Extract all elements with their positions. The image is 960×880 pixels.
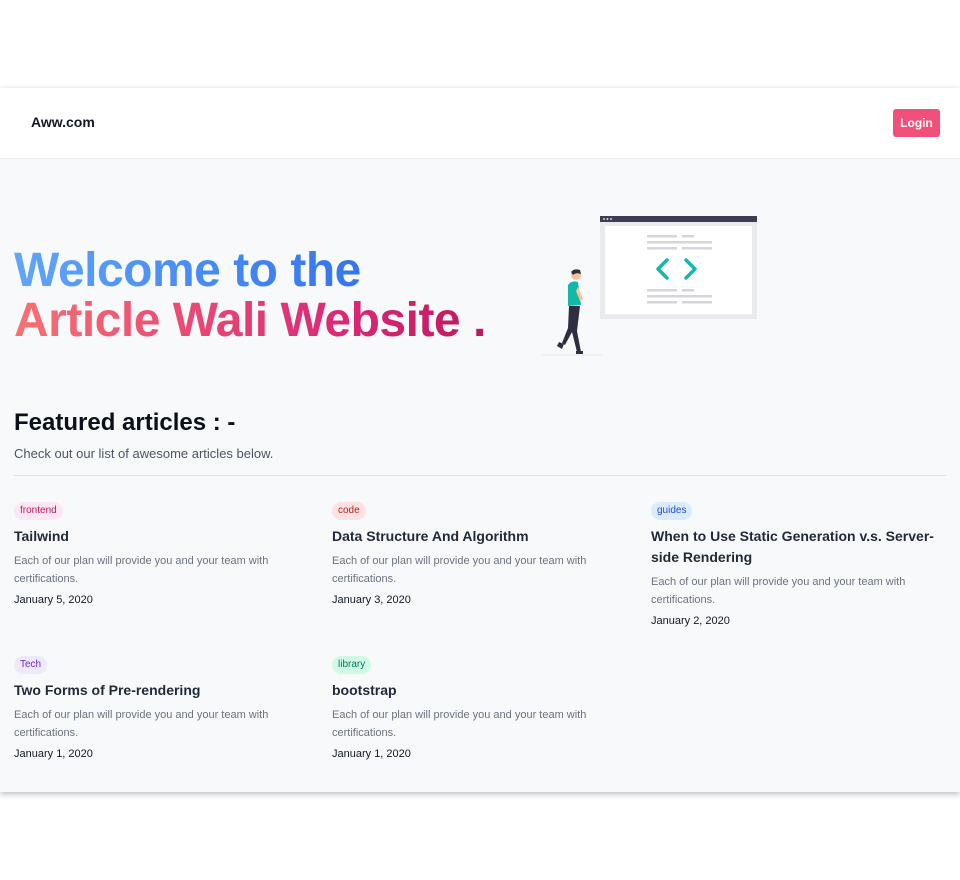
article-tag[interactable]: code <box>332 502 366 520</box>
article-title[interactable]: Tailwind <box>14 526 304 547</box>
article-description: Each of our plan will provide you and yo… <box>14 709 269 739</box>
article-title[interactable]: When to Use Static Generation v.s. Serve… <box>651 526 941 568</box>
article-tag[interactable]: frontend <box>14 502 63 520</box>
article-card[interactable]: library bootstrap Each of our plan will … <box>332 654 622 760</box>
article-date: January 5, 2020 <box>14 594 93 606</box>
article-description: Each of our plan will provide you and yo… <box>14 555 269 585</box>
hero-title: Welcome to the Article Wali Website . <box>14 246 486 346</box>
featured-articles-heading: Featured articles : - <box>14 409 236 436</box>
article-card[interactable]: guides When to Use Static Generation v.s… <box>651 500 941 627</box>
article-title[interactable]: Data Structure And Algorithm <box>332 526 622 547</box>
article-date: January 1, 2020 <box>332 748 411 760</box>
article-date: January 2, 2020 <box>651 615 730 627</box>
article-title[interactable]: bootstrap <box>332 680 622 701</box>
article-title[interactable]: Two Forms of Pre-rendering <box>14 680 304 701</box>
article-card[interactable]: code Data Structure And Algorithm Each o… <box>332 500 622 606</box>
hero-title-line1: Welcome to the <box>14 246 486 296</box>
section-divider <box>14 475 946 476</box>
article-tag[interactable]: guides <box>651 502 693 520</box>
article-description: Each of our plan will provide you and yo… <box>332 555 587 585</box>
login-button[interactable]: Login <box>893 109 940 137</box>
code-window-illustration <box>542 216 757 356</box>
article-tag[interactable]: library <box>332 656 372 674</box>
browser-page: Aww.com Login Welcome to the Article Wal… <box>0 88 960 792</box>
featured-articles-subtitle: Check out our list of awesome articles b… <box>14 446 274 461</box>
article-card[interactable]: frontend Tailwind Each of our plan will … <box>14 500 304 606</box>
article-date: January 1, 2020 <box>14 748 93 760</box>
hero-title-line2: Article Wali Website . <box>14 294 486 347</box>
brand-logo[interactable]: Aww.com <box>31 114 95 130</box>
article-description: Each of our plan will provide you and yo… <box>332 709 587 739</box>
top-navbar: Aww.com Login <box>0 88 960 159</box>
article-card[interactable]: Tech Two Forms of Pre-rendering Each of … <box>14 654 304 760</box>
article-tag[interactable]: Tech <box>14 656 48 674</box>
article-date: January 3, 2020 <box>332 594 411 606</box>
article-description: Each of our plan will provide you and yo… <box>651 576 906 606</box>
